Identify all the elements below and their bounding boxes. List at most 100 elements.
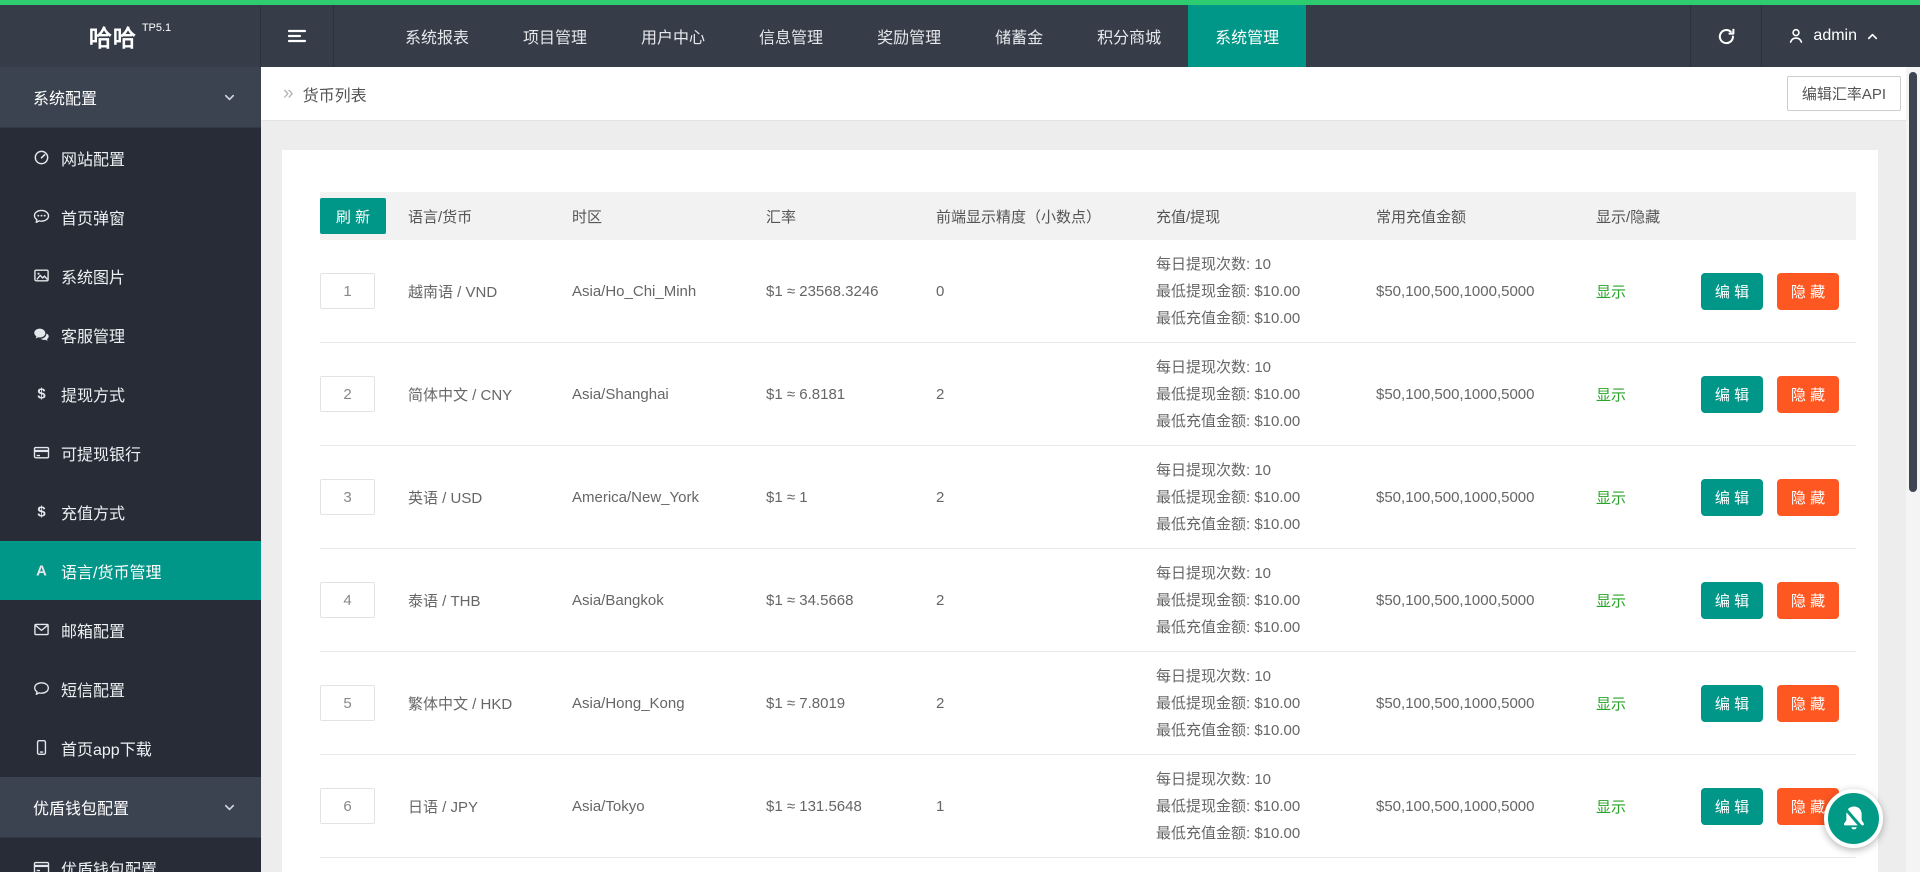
edit-button[interactable]: 编 辑 [1701, 581, 1763, 619]
cell-language: 日语 / JPY [408, 798, 479, 816]
cell-timezone: Asia/Bangkok [572, 591, 664, 609]
cell-precision: 1 [936, 797, 945, 815]
app-logo[interactable]: 哈哈 TP5.1 [0, 5, 260, 67]
mobile-phone-icon [38, 741, 46, 755]
visibility-status: 显示 [1596, 695, 1627, 713]
edit-button[interactable]: 编 辑 [1701, 684, 1763, 722]
cell-limits: 每日提现次数: 10 最低提现金额: $10.00 最低充值金额: $10.00 [1156, 564, 1301, 636]
table-header-row: 刷 新 语言/货币 时区 汇率 前端显示精度（小数点） 充值/提现 常用充值金额… [320, 192, 1856, 240]
edit-rate-api-button[interactable]: 编辑汇率API [1786, 76, 1901, 111]
visibility-status: 显示 [1596, 489, 1627, 507]
nav-menu-item[interactable]: 信息管理 [732, 5, 850, 67]
sidebar-toggle-button[interactable] [260, 5, 334, 67]
edit-button[interactable]: 编 辑 [1701, 375, 1763, 413]
nav-menu-item-label: 积分商城 [1097, 30, 1162, 47]
chevron-up-icon [1865, 29, 1880, 44]
sort-order-input[interactable] [320, 685, 375, 721]
nav-menu-item[interactable]: 系统管理 [1188, 5, 1307, 67]
sidebar-item[interactable]: 短信配置 [0, 659, 261, 718]
cell-rate: $1 ≈ 7.8019 [766, 694, 846, 712]
admin-user-menu[interactable]: admin [1762, 5, 1920, 67]
sidebar-item[interactable]: 优盾钱包配置 [0, 777, 261, 838]
nav-menu-item-label: 项目管理 [523, 30, 588, 47]
cell-precision: 2 [936, 694, 945, 712]
sidebar: 系统配置 网站配置 首页弹窗 系统图片 客服管理 提现方式 可提现银行 充值方式… [0, 67, 261, 872]
hide-button[interactable]: 隐 藏 [1777, 581, 1839, 619]
cell-actions: 编 辑 隐 藏 [1701, 684, 1856, 722]
cell-limits: 每日提现次数: 10 最低提现金额: $10.00 最低充值金额: $10.00 [1156, 461, 1301, 533]
table-row: 越南语 / VND Asia/Ho_Chi_Minh $1 ≈ 23568.32… [320, 240, 1856, 343]
nav-menu-item-label: 用户中心 [641, 30, 706, 47]
sort-order-input[interactable] [320, 582, 375, 618]
sidebar-item[interactable]: 充值方式 [0, 482, 261, 541]
breadcrumb-icon: » [283, 82, 294, 104]
table-refresh-button[interactable]: 刷 新 [320, 198, 386, 234]
sidebar-item[interactable]: 系统配置 [0, 67, 261, 128]
cell-language: 简体中文 / CNY [408, 386, 513, 404]
sidebar-item[interactable]: 邮箱配置 [0, 600, 261, 659]
edit-button[interactable]: 编 辑 [1701, 272, 1763, 310]
cell-actions: 编 辑 隐 藏 [1701, 375, 1856, 413]
cell-limits: 每日提现次数: 10 最低提现金额: $10.00 最低充值金额: $10.00 [1156, 255, 1301, 327]
gauge-icon [35, 151, 47, 163]
edit-button[interactable]: 编 辑 [1701, 478, 1763, 516]
nav-menu-item-label: 信息管理 [759, 30, 824, 47]
cell-precision: 2 [936, 488, 945, 506]
bell-slash-icon [1837, 802, 1871, 836]
visibility-status: 显示 [1596, 798, 1627, 816]
column-header-amounts: 常用充值金额 [1376, 208, 1467, 226]
refresh-icon [1717, 27, 1736, 46]
nav-menu-item[interactable]: 用户中心 [614, 5, 732, 67]
cell-amounts: $50,100,500,1000,5000 [1376, 488, 1535, 506]
nav-menu-item[interactable]: 积分商城 [1070, 5, 1188, 67]
nav-menu-item[interactable]: 项目管理 [496, 5, 614, 67]
hide-button[interactable]: 隐 藏 [1777, 684, 1839, 722]
sidebar-item-label: 优盾钱包配置 [61, 861, 158, 872]
nav-menu-item[interactable]: 储蓄金 [968, 5, 1070, 67]
top-navbar: 哈哈 TP5.1 系统报表 项目管理 用户中心 信息管理 奖励管理 储蓄金 积分… [0, 5, 1920, 67]
sidebar-item[interactable]: 可提现银行 [0, 423, 261, 482]
currency-table: 刷 新 语言/货币 时区 汇率 前端显示精度（小数点） 充值/提现 常用充值金额… [320, 192, 1856, 858]
table-row: 英语 / USD America/New_York $1 ≈ 1 2 每日提现次… [320, 446, 1856, 549]
cell-rate: $1 ≈ 34.5668 [766, 591, 854, 609]
sidebar-item[interactable]: 网站配置 [0, 128, 261, 187]
sort-order-input[interactable] [320, 788, 375, 824]
edit-button[interactable]: 编 辑 [1701, 787, 1763, 825]
nav-menu-item[interactable]: 奖励管理 [850, 5, 968, 67]
sidebar-item-label: 系统配置 [33, 91, 98, 108]
sidebar-item[interactable]: 语言/货币管理 [0, 541, 261, 600]
hide-button[interactable]: 隐 藏 [1777, 478, 1839, 516]
cell-limits: 每日提现次数: 10 最低提现金额: $10.00 最低充值金额: $10.00 [1156, 667, 1301, 739]
customer-service-fab[interactable] [1824, 789, 1883, 848]
chat-bubbles-icon [34, 329, 48, 341]
sort-order-input[interactable] [320, 273, 375, 309]
nav-menu-item-label: 储蓄金 [995, 30, 1044, 47]
refresh-button[interactable] [1690, 5, 1763, 67]
scrollbar-track[interactable] [1906, 67, 1920, 872]
app-logo-version: TP5.1 [141, 22, 172, 34]
cell-timezone: Asia/Hong_Kong [572, 694, 685, 712]
nav-menu-item[interactable]: 系统报表 [378, 5, 496, 67]
sidebar-item[interactable]: 客服管理 [0, 305, 261, 364]
hide-button[interactable]: 隐 藏 [1777, 375, 1839, 413]
nav-menu-item-label: 系统管理 [1215, 30, 1280, 47]
cell-amounts: $50,100,500,1000,5000 [1376, 385, 1535, 403]
bank-card-icon [34, 448, 48, 458]
table-row: 日语 / JPY Asia/Tokyo $1 ≈ 131.5648 1 每日提现… [320, 755, 1856, 858]
sort-order-input[interactable] [320, 376, 375, 412]
cell-actions: 编 辑 隐 藏 [1701, 581, 1856, 619]
sidebar-item[interactable]: 优盾钱包配置 [0, 838, 261, 872]
sidebar-item[interactable]: 系统图片 [0, 246, 261, 305]
sidebar-item-label: 系统图片 [61, 269, 126, 287]
hide-button[interactable]: 隐 藏 [1777, 272, 1839, 310]
sidebar-item[interactable]: 首页弹窗 [0, 187, 261, 246]
chevron-down-icon [222, 90, 237, 105]
sort-order-input[interactable] [320, 479, 375, 515]
sidebar-item-label: 客服管理 [61, 328, 126, 346]
sidebar-item[interactable]: 提现方式 [0, 364, 261, 423]
cell-language: 越南语 / VND [408, 283, 498, 301]
admin-username: admin [1813, 27, 1857, 44]
scrollbar-thumb[interactable] [1909, 72, 1917, 492]
sidebar-item[interactable]: 首页app下载 [0, 718, 261, 777]
cell-limits: 每日提现次数: 10 最低提现金额: $10.00 最低充值金额: $10.00 [1156, 770, 1301, 842]
